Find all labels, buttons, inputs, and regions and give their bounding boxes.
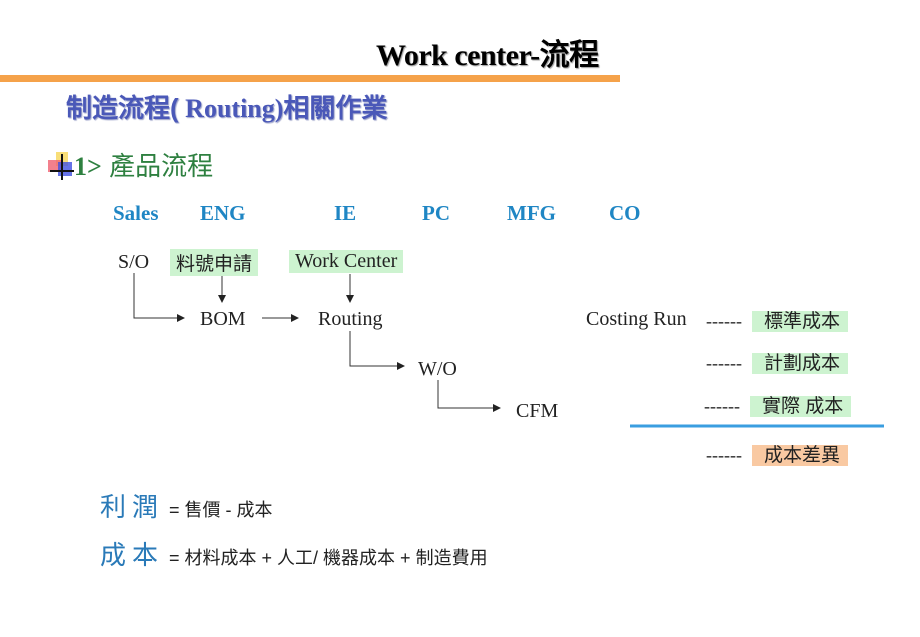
formula-key: 利潤 bbox=[100, 492, 165, 522]
formula-cost: 成本 = 材料成本 + 人工/ 機器成本 + 制造費用 bbox=[100, 535, 488, 572]
cost-item: ------ 成本差異 bbox=[700, 440, 848, 467]
cost-label: 計劃成本 bbox=[751, 353, 848, 374]
formula-expr: = 售價 - 成本 bbox=[169, 500, 273, 520]
arrow-routing-to-wo bbox=[349, 331, 405, 370]
node-costing-run: Costing Run bbox=[586, 308, 687, 330]
node-wo: W/O bbox=[418, 358, 457, 380]
cost-label: 實際 成本 bbox=[749, 396, 852, 417]
formula-profit: 利潤 = 售價 - 成本 bbox=[100, 487, 273, 524]
node-so: S/O bbox=[118, 251, 150, 273]
cost-label: 標準成本 bbox=[751, 311, 848, 332]
node-part-request: 料號申請 bbox=[170, 249, 259, 276]
cost-item: ------ 標準成本 bbox=[700, 306, 848, 333]
arrow-so-to-bom bbox=[133, 273, 185, 322]
node-cfm: CFM bbox=[516, 400, 559, 422]
formula-key: 成本 bbox=[100, 540, 165, 570]
cost-item: ------ 計劃成本 bbox=[700, 348, 848, 375]
formula-expr: = 材料成本 + 人工/ 機器成本 + 制造費用 bbox=[169, 548, 488, 568]
node-work-center: Work Center bbox=[289, 250, 404, 273]
node-bom: BOM bbox=[200, 308, 246, 330]
arrow-wo-to-cfm bbox=[437, 380, 501, 412]
cost-item: ------ 實際 成本 bbox=[698, 391, 852, 418]
node-routing: Routing bbox=[318, 308, 383, 330]
cost-label: 成本差異 bbox=[751, 445, 848, 466]
